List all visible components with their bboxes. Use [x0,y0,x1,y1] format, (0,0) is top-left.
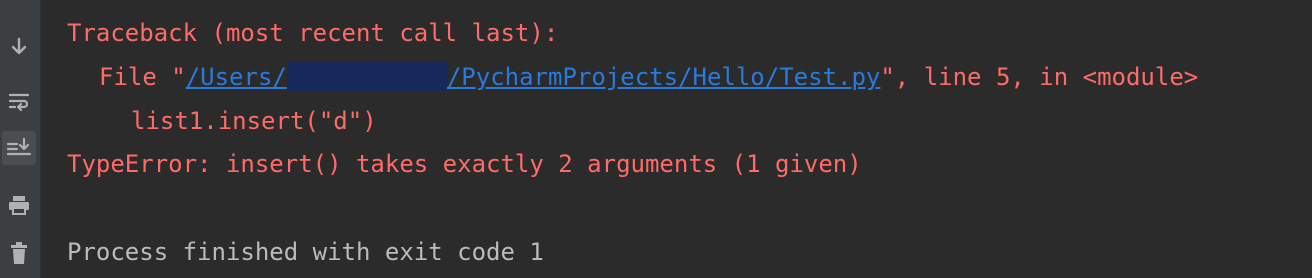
scroll-to-end-button[interactable] [2,131,36,165]
soft-wrap-icon [8,93,30,112]
traceback-file-line: File "/Users/ /PycharmProjects/Hello/Test… [99,61,1198,93]
error-message: TypeError: insert() takes exactly 2 argu… [67,150,862,178]
print-button[interactable] [2,188,36,222]
scroll-down-icon [11,37,27,55]
traceback-code-line: list1.insert("d") [131,107,377,135]
clear-all-button[interactable] [2,236,36,270]
file-path-link[interactable]: /Users/ /PycharmProjects/Hello/Test.py [185,61,881,91]
trash-icon [11,242,27,264]
file-suffix: ", line 5, in <module> [880,63,1199,91]
file-prefix: File " [99,63,186,91]
file-path-end: /PycharmProjects/Hello/Test.py [446,63,881,91]
scroll-down-button[interactable] [2,30,36,64]
print-icon [9,196,29,215]
scroll-to-end-icon [6,137,32,156]
traceback-header: Traceback (most recent call last): [67,19,559,47]
process-exit-message: Process finished with exit code 1 [67,238,544,266]
run-console-window: Traceback (most recent call last): File … [0,0,1312,278]
redacted-username [286,61,447,91]
console-output[interactable]: Traceback (most recent call last): File … [41,0,1312,278]
file-path-start: /Users/ [185,63,287,91]
console-toolbar [0,0,41,278]
soft-wrap-button[interactable] [2,84,36,118]
